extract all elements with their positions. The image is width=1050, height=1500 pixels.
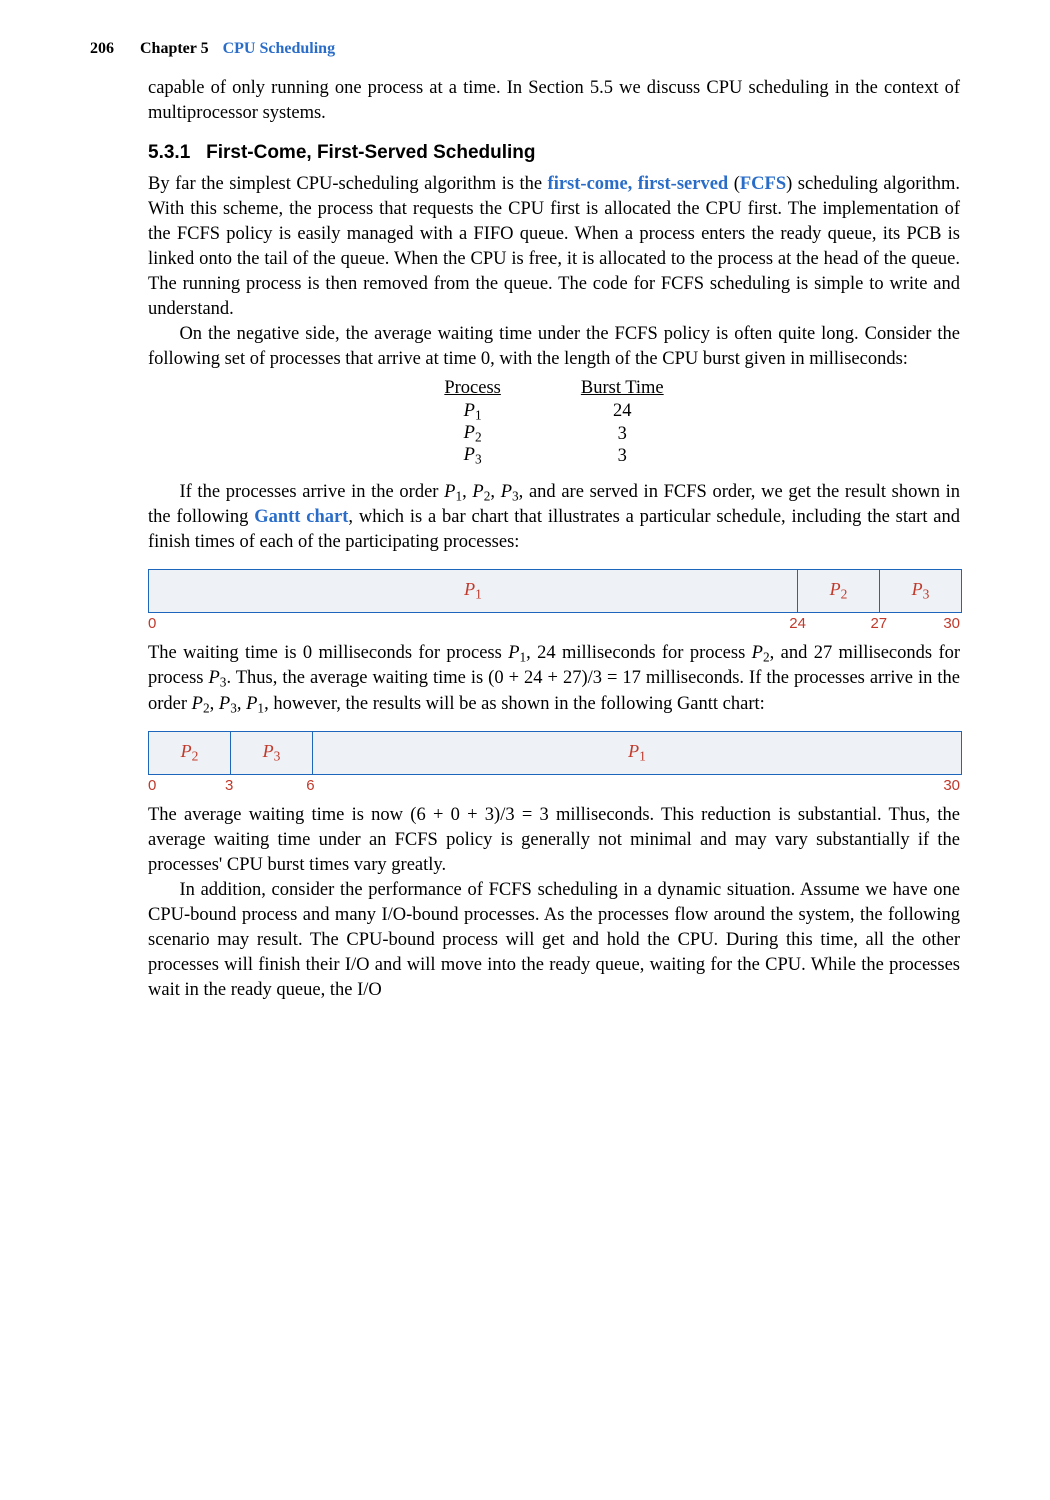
link-fcfs-long[interactable]: first-come, first-served [548,174,729,194]
axis-tick: 30 [943,615,960,632]
table-header-process: Process [404,378,541,401]
gantt-segment: P1 [149,570,798,612]
gantt-segment: P3 [880,570,961,612]
axis-tick: 30 [943,777,960,794]
axis-tick: 0 [148,777,156,794]
paragraph-5: The average waiting time is now (6 + 0 +… [148,803,960,878]
paragraph-6: In addition, consider the performance of… [148,878,960,1003]
axis-tick: 27 [870,615,887,632]
axis-tick: 3 [225,777,233,794]
table-row: P1 24 [404,401,703,423]
table-row: P3 3 [404,445,703,467]
link-gantt-chart[interactable]: Gantt chart [254,507,348,527]
intro-paragraph: capable of only running one process at a… [148,76,960,126]
axis-tick: 6 [306,777,314,794]
paragraph-2: On the negative side, the average waitin… [148,322,960,372]
paragraph-4: The waiting time is 0 milliseconds for p… [148,641,960,717]
chapter-title: CPU Scheduling [223,40,335,57]
paragraph-1: By far the simplest CPU-scheduling algor… [148,172,960,322]
section-number: 5.3.1 [148,142,190,163]
gantt-segment: P2 [798,570,880,612]
axis-tick: 24 [789,615,806,632]
process-table: Process Burst Time P1 24 P2 3 P3 3 [404,378,703,468]
section-heading: 5.3.1 First-Come, First-Served Schedulin… [148,142,960,164]
link-fcfs-abbr[interactable]: FCFS [740,174,786,194]
chapter-label: Chapter 5 [140,40,209,57]
gantt-chart-1: P1P2P3 0 24 27 30 [148,569,960,633]
gantt-segment: P3 [231,732,313,774]
paragraph-3: If the processes arrive in the order P1,… [148,480,960,555]
gantt-segment: P2 [149,732,231,774]
table-row: P2 3 [404,423,703,445]
page-number: 206 [90,40,114,57]
gantt-segment: P1 [313,732,961,774]
gantt-chart-2: P2P3P1 0 3 6 30 [148,731,960,795]
table-header-burst: Burst Time [541,378,704,401]
section-title: First-Come, First-Served Scheduling [206,142,535,163]
page-header: 206 Chapter 5 CPU Scheduling [90,40,960,58]
axis-tick: 0 [148,615,156,632]
